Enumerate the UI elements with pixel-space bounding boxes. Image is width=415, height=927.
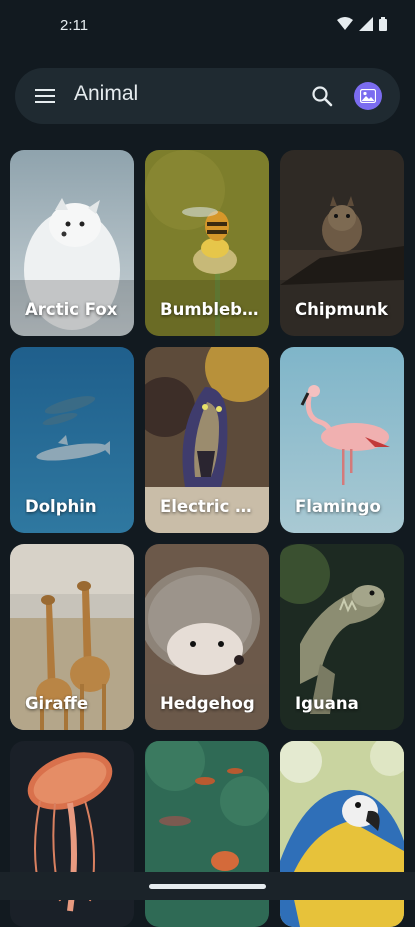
card-iguana[interactable]: Iguana — [280, 544, 404, 730]
page-title: Animal — [74, 82, 139, 105]
card-label: Giraffe — [25, 694, 89, 713]
status-time: 2:11 — [60, 17, 89, 34]
search-icon[interactable] — [310, 84, 334, 108]
navigation-bar — [0, 872, 415, 900]
card-arctic-fox[interactable]: Arctic Fox — [10, 150, 134, 336]
status-icons — [337, 17, 387, 31]
card-dolphin[interactable]: Dolphin — [10, 347, 134, 533]
card-chipmunk[interactable]: Chipmunk — [280, 150, 404, 336]
avatar[interactable] — [354, 82, 382, 110]
home-gesture-handle[interactable] — [149, 884, 266, 889]
card-label: Flamingo — [295, 497, 381, 516]
cellular-signal-icon — [359, 17, 373, 31]
card-hedgehog[interactable]: Hedgehog — [145, 544, 269, 730]
top-app-bar: Animal — [15, 68, 400, 124]
animal-grid: Arctic Fox Bumbleb... Chipmunk Dolphin E… — [10, 150, 405, 927]
card-giraffe[interactable]: Giraffe — [10, 544, 134, 730]
card-bumblebee[interactable]: Bumbleb... — [145, 150, 269, 336]
menu-icon[interactable] — [35, 86, 55, 106]
card-flamingo[interactable]: Flamingo — [280, 347, 404, 533]
photo-avatar-icon — [360, 89, 376, 103]
card-label: Bumbleb... — [160, 300, 260, 319]
card-label: Iguana — [295, 694, 359, 713]
card-label: Arctic Fox — [25, 300, 118, 319]
battery-icon — [379, 17, 387, 31]
wifi-icon — [337, 17, 353, 30]
status-bar: 2:11 — [0, 0, 415, 52]
card-label: Chipmunk — [295, 300, 388, 319]
card-electric-eel[interactable]: Electric Eel — [145, 347, 269, 533]
card-label: Dolphin — [25, 497, 97, 516]
card-label: Electric Eel — [160, 497, 260, 516]
card-label: Hedgehog — [160, 694, 255, 713]
